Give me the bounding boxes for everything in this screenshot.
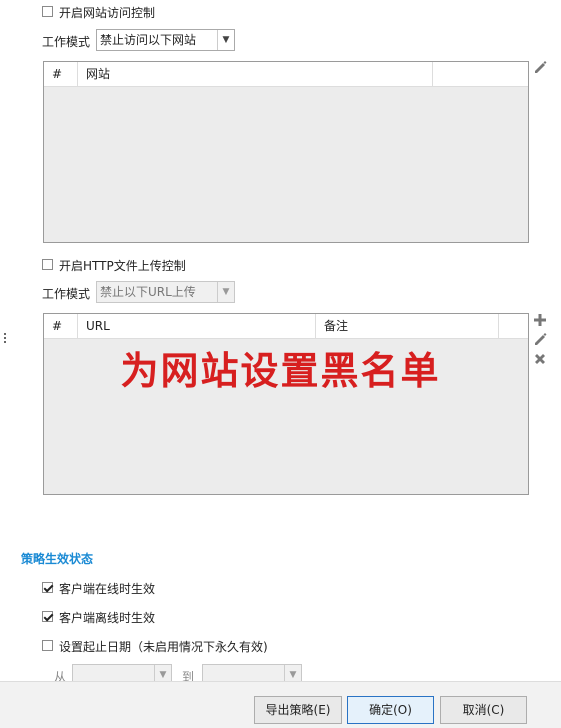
http-upload-checkbox[interactable] <box>42 259 53 270</box>
web-mode-value: 禁止访问以下网站 <box>100 33 197 47</box>
web-mode-select[interactable]: 禁止访问以下网站 ▼ <box>96 29 235 51</box>
edit-icon[interactable] <box>532 59 548 75</box>
url-table-header: # URL 备注 <box>44 314 528 339</box>
column-header-website: 网站 <box>78 62 433 86</box>
website-table-header: # 网站 <box>44 62 528 87</box>
website-table[interactable]: # 网站 <box>43 61 529 243</box>
upload-mode-value: 禁止以下URL上传 <box>100 285 196 299</box>
offline-label: 客户端离线时生效 <box>59 611 156 625</box>
chevron-down-icon: ▼ <box>217 282 234 302</box>
chevron-down-icon: ▼ <box>217 30 234 50</box>
offline-checkbox[interactable] <box>42 611 53 622</box>
column-header-url: URL <box>78 314 316 338</box>
web-access-checkbox[interactable] <box>42 6 53 17</box>
http-upload-label: 开启HTTP文件上传控制 <box>59 259 186 273</box>
upload-mode-label: 工作模式 <box>42 287 91 301</box>
overlay-caption: 为网站设置黑名单 <box>120 349 441 393</box>
online-label: 客户端在线时生效 <box>59 582 156 596</box>
add-icon[interactable] <box>532 312 548 328</box>
column-header-index: # <box>44 314 78 338</box>
policy-status-title: 策略生效状态 <box>21 552 94 566</box>
column-header-index: # <box>44 62 78 86</box>
column-header-note: 备注 <box>316 314 499 338</box>
web-access-label: 开启网站访问控制 <box>59 6 156 20</box>
dialog-footer: 导出策略(E) 确定(O) 取消(C) <box>0 681 561 728</box>
date-range-label: 设置起止日期（未启用情况下永久有效) <box>59 640 268 654</box>
online-checkbox[interactable] <box>42 582 53 593</box>
upload-mode-select[interactable]: 禁止以下URL上传 ▼ <box>96 281 235 303</box>
ok-button[interactable]: 确定(O) <box>347 696 434 724</box>
date-range-checkbox[interactable] <box>42 640 53 651</box>
export-policy-button[interactable]: 导出策略(E) <box>254 696 342 724</box>
cancel-button[interactable]: 取消(C) <box>440 696 527 724</box>
web-mode-label: 工作模式 <box>42 35 91 49</box>
